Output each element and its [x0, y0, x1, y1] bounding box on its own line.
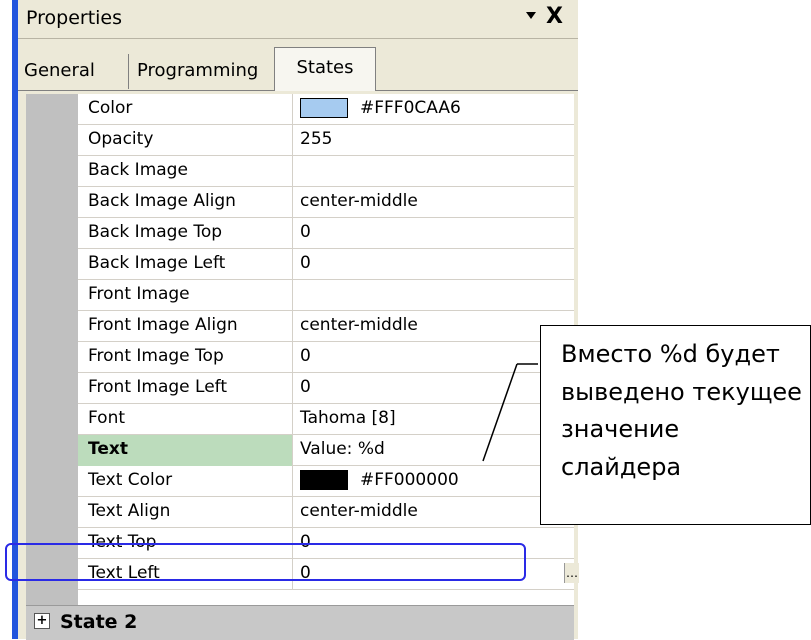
- property-value[interactable]: 0: [300, 377, 311, 397]
- property-row[interactable]: Opacity 255: [78, 125, 574, 156]
- column-divider: [292, 218, 293, 249]
- property-name: Back Image Top: [88, 222, 223, 242]
- panel-title: Properties: [26, 7, 123, 29]
- property-value[interactable]: #FFF0CAA6: [360, 98, 461, 118]
- property-value[interactable]: 0: [300, 253, 311, 273]
- state-2-label: State 2: [60, 611, 138, 633]
- property-name: Front Image Align: [88, 315, 238, 335]
- column-divider: [292, 249, 293, 280]
- callout-text: Вместо %d будет выведено текущее значени…: [561, 340, 802, 481]
- property-name: Text: [88, 439, 128, 459]
- column-divider: [292, 280, 293, 311]
- column-divider: [292, 373, 293, 404]
- property-name: Text Align: [88, 501, 171, 521]
- property-row[interactable]: Text Align center-middle: [78, 497, 574, 528]
- column-divider: [292, 94, 293, 125]
- property-name: Front Image Top: [88, 346, 224, 366]
- close-button[interactable]: X: [546, 4, 563, 29]
- expand-plus-icon[interactable]: +: [34, 613, 50, 629]
- column-divider: [292, 435, 293, 466]
- property-value[interactable]: #FF000000: [360, 470, 459, 490]
- property-row[interactable]: Back Image Align center-middle: [78, 187, 574, 218]
- property-row[interactable]: Back Image Left 0: [78, 249, 574, 280]
- property-name: Font: [88, 408, 126, 428]
- tab-states[interactable]: States: [274, 47, 376, 91]
- property-row[interactable]: Front Image Top 0: [78, 342, 574, 373]
- property-name: Front Image Left: [88, 377, 228, 397]
- property-name: Text Color: [88, 470, 173, 490]
- property-row[interactable]: Back Image: [78, 156, 574, 187]
- property-name: Color: [88, 98, 133, 118]
- property-value[interactable]: 0: [300, 346, 311, 366]
- callout-box: Вместо %d будет выведено текущее значени…: [540, 325, 811, 525]
- column-divider: [292, 187, 293, 218]
- property-name: Back Image Left: [88, 253, 226, 273]
- property-value[interactable]: center-middle: [300, 191, 418, 211]
- property-value[interactable]: center-middle: [300, 315, 418, 335]
- panel-menu-dropdown-icon[interactable]: [526, 12, 536, 19]
- property-row[interactable]: Front Image: [78, 280, 574, 311]
- panel-titlebar: Properties X: [18, 0, 578, 39]
- column-divider: [292, 404, 293, 435]
- column-divider: [292, 342, 293, 373]
- property-value[interactable]: Tahoma [8]: [300, 408, 396, 428]
- property-value[interactable]: 255: [300, 129, 332, 149]
- property-value[interactable]: Value: %d: [300, 439, 385, 459]
- tab-programming[interactable]: Programming: [128, 54, 258, 89]
- property-row[interactable]: Font Tahoma [8]: [78, 404, 574, 435]
- property-name: Back Image: [88, 160, 188, 180]
- column-divider: [292, 497, 293, 528]
- property-row[interactable]: Back Image Top 0: [78, 218, 574, 249]
- property-row[interactable]: Text Color #FF000000: [78, 466, 574, 497]
- text-edit-ellipsis-button[interactable]: …: [564, 563, 579, 583]
- column-divider: [292, 156, 293, 187]
- property-name: Opacity: [88, 129, 154, 149]
- tab-general[interactable]: General: [24, 54, 95, 89]
- property-row[interactable]: Text Value: %d: [78, 435, 574, 466]
- property-value[interactable]: center-middle: [300, 501, 418, 521]
- color-swatch[interactable]: [300, 98, 348, 118]
- property-name: Back Image Align: [88, 191, 236, 211]
- column-divider: [292, 466, 293, 497]
- tab-bar: General Programming States: [18, 40, 578, 91]
- property-name: Front Image: [88, 284, 190, 304]
- text-row-highlight: [5, 543, 526, 581]
- property-value[interactable]: 0: [300, 222, 311, 242]
- property-row[interactable]: Color #FFF0CAA6: [78, 94, 574, 125]
- column-divider: [292, 311, 293, 342]
- property-grid-gutter: [26, 94, 78, 605]
- property-row[interactable]: Front Image Left 0: [78, 373, 574, 404]
- color-swatch[interactable]: [300, 470, 348, 490]
- column-divider: [292, 125, 293, 156]
- property-row[interactable]: Front Image Align center-middle: [78, 311, 574, 342]
- state-2-category[interactable]: + State 2: [26, 605, 574, 640]
